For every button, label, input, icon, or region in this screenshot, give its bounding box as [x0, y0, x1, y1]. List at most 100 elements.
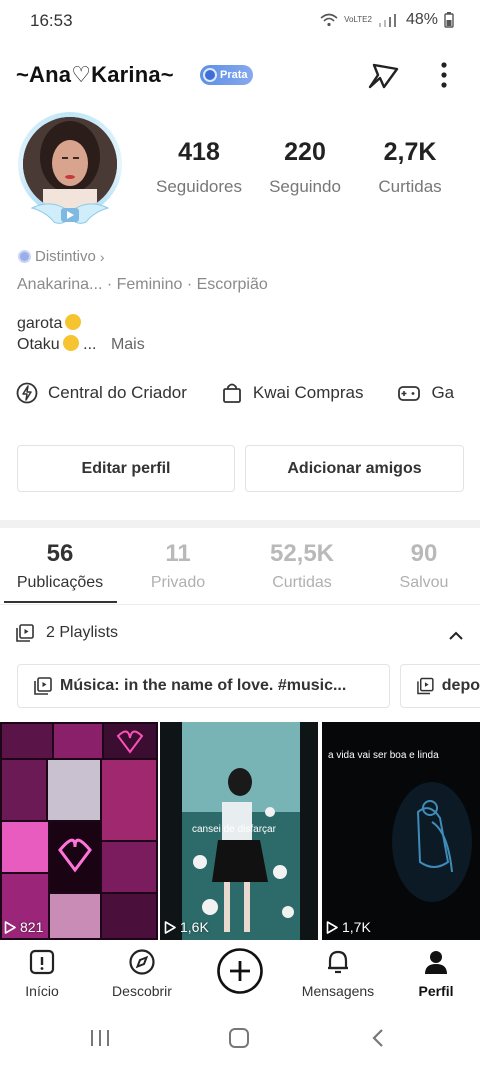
- profile-header: ~Ana♡Karina~ Prata: [0, 52, 480, 98]
- distintivo-link[interactable]: Distintivo ›: [18, 248, 105, 265]
- battery-icon: [444, 12, 454, 28]
- nav-messages[interactable]: Mensagens: [296, 948, 380, 999]
- nav-home[interactable]: Início: [12, 948, 72, 999]
- heart-eyes-emoji-icon: [62, 335, 79, 351]
- view-count-label: 1,6K: [180, 919, 209, 935]
- avatar[interactable]: [14, 112, 126, 230]
- followers-count: 418: [178, 138, 220, 166]
- bio-line-2: Otaku ... Mais: [17, 335, 145, 354]
- post-caption: a vida vai ser boa e linda: [328, 750, 439, 761]
- recent-apps-icon[interactable]: [88, 1028, 112, 1048]
- system-navigation: [0, 1010, 480, 1066]
- battery-percent: 48%: [405, 11, 438, 28]
- playlist-chip[interactable]: depo: [400, 664, 480, 708]
- following-label: Seguindo: [269, 177, 341, 196]
- creator-center-shortcut[interactable]: Central do Criador: [16, 378, 187, 408]
- likes-label: Curtidas: [378, 177, 442, 196]
- likes-stat[interactable]: 2,7K Curtidas: [366, 138, 454, 197]
- post-thumbnail[interactable]: 821: [0, 722, 158, 940]
- view-count-label: 821: [20, 919, 44, 935]
- kwai-shopping-shortcut[interactable]: Kwai Compras: [221, 378, 364, 408]
- bell-icon: [328, 950, 348, 974]
- likes-count: 2,7K: [383, 138, 437, 166]
- playlist-chip-label: Música: in the name of love. #music...: [60, 677, 347, 694]
- tabs-divider: [0, 604, 480, 605]
- add-friends-button[interactable]: Adicionar amigos: [245, 445, 464, 492]
- nav-profile[interactable]: Perfil: [410, 948, 462, 999]
- shopping-bag-icon: [223, 383, 241, 403]
- nav-discover[interactable]: Descobrir: [106, 948, 178, 999]
- view-count-label: 1,7K: [342, 919, 371, 935]
- followers-stat[interactable]: 418 Seguidores: [150, 138, 248, 197]
- bio-ellipsis: ...: [83, 336, 97, 353]
- avatar-image: [23, 117, 117, 211]
- shortcuts-row: Central do Criador Kwai Compras Ga: [16, 378, 454, 408]
- nav-messages-label: Mensagens: [301, 983, 375, 999]
- games-label: Ga: [431, 383, 455, 402]
- bio-line-1: garota: [17, 314, 82, 333]
- level-badge[interactable]: Prata: [200, 65, 253, 85]
- tab-label: Privado: [150, 574, 206, 591]
- post-thumbnail[interactable]: a vida vai ser boa e linda 1,7K: [322, 722, 480, 940]
- compass-icon: [129, 949, 155, 975]
- kwai-shopping-label: Kwai Compras: [252, 383, 364, 402]
- section-divider: [0, 520, 480, 528]
- grin-emoji-icon: [65, 314, 82, 330]
- creator-center-label: Central do Criador: [48, 383, 187, 402]
- view-count: 1,7K: [326, 919, 371, 935]
- chevron-right-icon: ›: [99, 248, 105, 265]
- playlist-chip[interactable]: Música: in the name of love. #music...: [17, 664, 390, 708]
- playlists-header[interactable]: 2 Playlists: [16, 624, 118, 642]
- active-tab-indicator: [4, 601, 117, 603]
- play-icon: [326, 920, 338, 934]
- tab-privado[interactable]: 11 Privado: [118, 540, 238, 592]
- playlist-icon: [34, 677, 52, 695]
- post-image: [0, 722, 158, 940]
- plus-circle-icon: [217, 948, 263, 994]
- share-icon[interactable]: [364, 57, 402, 93]
- home-button-icon[interactable]: [228, 1027, 250, 1049]
- badge-label: Prata: [220, 69, 248, 81]
- person-icon: [425, 951, 447, 974]
- tab-count: 56: [46, 540, 74, 567]
- playlists-title: 2 Playlists: [46, 624, 119, 641]
- post-thumbnail[interactable]: cansei de disfarçar 1,6K: [160, 722, 318, 940]
- edit-profile-button[interactable]: Editar perfil: [17, 445, 235, 492]
- play-icon: [4, 920, 16, 934]
- tab-publicacoes[interactable]: 56 Publicações: [0, 540, 120, 592]
- status-time: 16:53: [30, 11, 73, 30]
- following-stat[interactable]: 220 Seguindo: [258, 138, 352, 197]
- playlist-chip-label: depo: [441, 677, 480, 694]
- followers-label: Seguidores: [155, 177, 242, 196]
- nav-create[interactable]: [214, 947, 266, 998]
- status-icons: VoLTE2 48%: [320, 11, 454, 29]
- tab-count: 52,5K: [269, 540, 335, 567]
- nav-discover-label: Descobrir: [112, 983, 172, 999]
- medal-icon: [203, 68, 217, 82]
- post-caption: cansei de disfarçar: [192, 824, 276, 835]
- playlist-icon: [16, 624, 34, 642]
- bio-text-2: Otaku: [17, 336, 60, 353]
- avatar-frame-icon: [30, 203, 110, 224]
- tab-count: 11: [165, 540, 191, 567]
- playlist-icon: [417, 677, 434, 695]
- tab-label: Curtidas: [272, 574, 332, 591]
- games-shortcut[interactable]: Ga: [397, 378, 454, 408]
- bio-more-link[interactable]: Mais: [111, 336, 145, 353]
- back-icon[interactable]: [370, 1027, 386, 1049]
- play-icon: [164, 920, 176, 934]
- nav-profile-label: Perfil: [418, 983, 454, 999]
- tab-curtidas[interactable]: 52,5K Curtidas: [242, 540, 362, 592]
- distintivo-icon: [18, 250, 31, 263]
- distintivo-label: Distintivo: [35, 248, 96, 265]
- network-label: VoLTE2: [344, 15, 372, 24]
- tab-salvou[interactable]: 90 Salvou: [364, 540, 480, 592]
- more-options-icon[interactable]: [432, 57, 456, 93]
- gamepad-icon: [398, 386, 421, 401]
- lightning-icon: [16, 382, 38, 404]
- home-icon: [29, 949, 55, 975]
- bottom-navigation: Início Descobrir Mensagens Perfil: [0, 940, 480, 1010]
- signal-icon: [378, 14, 396, 27]
- chevron-up-icon[interactable]: [446, 626, 466, 646]
- username: ~Ana♡Karina~: [16, 62, 174, 87]
